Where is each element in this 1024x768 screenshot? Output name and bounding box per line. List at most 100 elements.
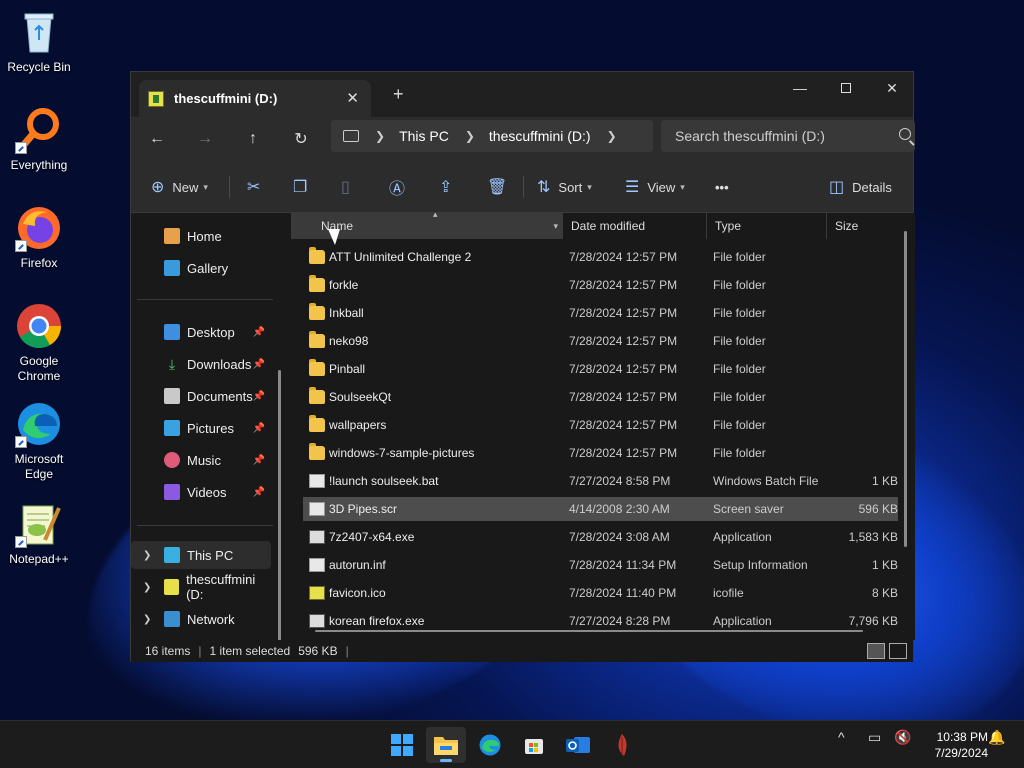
windows-logo-icon	[391, 734, 413, 756]
chevron-right-icon[interactable]: ❯	[375, 129, 385, 143]
taskbar-edge[interactable]	[470, 727, 510, 763]
file-name: forkle	[329, 278, 359, 292]
command-bar: ⊕ New ▾ ✂ ❐ ▯ Ⓐ ⇪ 🗑 ⇅ Sort ▾ ☰ View ▾ ••…	[131, 161, 913, 213]
desktop-icon-google-chrome[interactable]: Google Chrome	[0, 302, 78, 384]
nav-item-documents[interactable]: Documents 📌	[131, 382, 271, 410]
delete-button[interactable]: 🗑	[487, 174, 515, 200]
pin-icon[interactable]: 📌	[253, 487, 265, 498]
back-button[interactable]: ←	[141, 124, 173, 154]
sort-button[interactable]: ⇅ Sort ▾	[537, 174, 592, 200]
file-icon	[309, 474, 325, 488]
view-button[interactable]: ☰ View ▾	[625, 174, 685, 200]
music-icon	[164, 452, 180, 468]
table-row[interactable]: !launch soulseek.bat 7/27/2024 8:58 PM Win…	[303, 469, 898, 493]
table-row[interactable]: autorun.inf 7/28/2024 11:34 PM Setup Infor…	[303, 553, 898, 577]
nav-item-music[interactable]: Music 📌	[131, 446, 271, 474]
details-pane-button[interactable]: ◫ Details	[829, 174, 892, 200]
table-row[interactable]: Inkball 7/28/2024 12:57 PM File folder	[303, 301, 898, 325]
chevron-right-icon[interactable]: ❯	[143, 614, 151, 625]
table-row[interactable]: SoulseekQt 7/28/2024 12:57 PM File folder	[303, 385, 898, 409]
table-row[interactable]: 3D Pipes.scr 4/14/2008 2:30 AM Screen save…	[303, 497, 898, 521]
breadcrumb-drive[interactable]: thescuffmini (D:)	[489, 128, 591, 144]
horizontal-scrollbar[interactable]	[315, 630, 863, 632]
vertical-scrollbar[interactable]	[904, 231, 907, 547]
table-row[interactable]: 7z2407-x64.exe 7/28/2024 3:08 AM Applicati…	[303, 525, 898, 549]
desktop-icon-recycle-bin[interactable]: Recycle Bin	[0, 8, 78, 75]
pin-icon[interactable]: 📌	[253, 423, 265, 434]
view-toggle	[867, 643, 907, 659]
table-row[interactable]: forkle 7/28/2024 12:57 PM File folder	[303, 273, 898, 297]
desktop-icon-notepad-plus-plus[interactable]: Notepad++	[0, 500, 78, 567]
search-input[interactable]: Search thescuffmini (D:)	[661, 120, 915, 152]
up-button[interactable]: ↑	[237, 124, 269, 154]
network-status-icon[interactable]: ▭	[868, 729, 881, 746]
volume-muted-icon[interactable]: 🔇	[894, 729, 911, 746]
nav-item-desktop[interactable]: Desktop 📌	[131, 318, 271, 346]
table-row[interactable]: Pinball 7/28/2024 12:57 PM File folder	[303, 357, 898, 381]
forward-button[interactable]: →	[189, 124, 221, 154]
taskbar-file-explorer[interactable]	[426, 727, 466, 763]
notification-bell-icon[interactable]: 🔔	[988, 729, 1005, 746]
nav-item-drive[interactable]: ❯ thescuffmini (D:	[131, 572, 271, 602]
copy-button[interactable]: ❐	[293, 174, 315, 200]
nav-item-network[interactable]: ❯ Network	[131, 605, 271, 633]
table-row[interactable]: favicon.ico 7/28/2024 11:40 PM icofile 8 KB	[303, 581, 898, 605]
chevron-right-icon[interactable]: ❯	[465, 129, 475, 143]
paste-button[interactable]: ▯	[341, 174, 358, 200]
sort-icon: ⇅	[537, 179, 551, 196]
file-date: 7/28/2024 12:57 PM	[569, 306, 678, 320]
tab-thescuffmini[interactable]: thescuffmini (D:) ✕	[139, 80, 371, 117]
rename-button[interactable]: Ⓐ	[389, 174, 413, 200]
status-bar: 16 items | 1 item selected 596 KB |	[131, 640, 913, 662]
table-row[interactable]: wallpapers 7/28/2024 12:57 PM File folder	[303, 413, 898, 437]
refresh-button[interactable]: ↻	[285, 124, 317, 154]
cut-button[interactable]: ✂	[247, 174, 268, 200]
drive-icon	[164, 579, 180, 595]
close-tab-icon[interactable]: ✕	[346, 89, 359, 107]
nav-item-home[interactable]: Home	[131, 222, 271, 250]
table-row[interactable]: ATT Unlimited Challenge 2 7/28/2024 12:57…	[303, 245, 898, 269]
chevron-down-icon[interactable]: ▾	[553, 221, 558, 232]
nav-item-videos[interactable]: Videos 📌	[131, 478, 271, 506]
more-options-button[interactable]: •••	[715, 174, 729, 200]
taskbar-store[interactable]	[514, 727, 554, 763]
nav-item-pictures[interactable]: Pictures 📌	[131, 414, 271, 442]
column-header-date[interactable]: Date modified	[563, 213, 707, 239]
taskbar-outlook[interactable]	[558, 727, 598, 763]
column-header-size[interactable]: Size	[827, 213, 907, 239]
nav-item-this-pc[interactable]: ❯ This PC	[131, 541, 271, 569]
chevron-up-icon[interactable]: ^	[838, 729, 845, 745]
new-tab-button[interactable]: +	[393, 84, 404, 105]
nav-scrollbar[interactable]	[278, 370, 281, 662]
table-row[interactable]: windows-7-sample-pictures 7/28/2024 12:57…	[303, 441, 898, 465]
breadcrumb-this-pc[interactable]: This PC	[399, 128, 449, 144]
minimize-button[interactable]: —	[777, 72, 823, 104]
maximize-button[interactable]	[823, 72, 869, 104]
taskbar-app[interactable]	[602, 727, 642, 763]
selection-count: 1 item selected	[209, 644, 291, 658]
share-button[interactable]: ⇪	[439, 174, 460, 200]
table-row[interactable]: neko98 7/28/2024 12:57 PM File folder	[303, 329, 898, 353]
rename-icon: Ⓐ	[389, 181, 406, 198]
pin-icon[interactable]: 📌	[253, 391, 265, 402]
chevron-right-icon[interactable]: ❯	[143, 582, 151, 593]
thumbnail-view-button[interactable]	[889, 643, 907, 659]
column-header-type[interactable]: Type	[707, 213, 827, 239]
nav-item-downloads[interactable]: ⤓ Downloads 📌	[131, 350, 271, 378]
desktop-icon-firefox[interactable]: Firefox	[0, 204, 78, 271]
nav-item-label: Pictures	[187, 420, 234, 436]
desktop-icon-everything[interactable]: Everything	[0, 106, 78, 173]
desktop-icon-microsoft-edge[interactable]: Microsoft Edge	[0, 400, 78, 482]
pin-icon[interactable]: 📌	[253, 455, 265, 466]
close-window-button[interactable]: ✕	[869, 72, 915, 104]
clock[interactable]: 10:38 PM 7/29/2024	[916, 729, 988, 761]
chevron-right-icon[interactable]: ❯	[143, 550, 151, 561]
address-bar[interactable]: ❯ This PC ❯ thescuffmini (D:) ❯	[331, 120, 653, 152]
chevron-right-icon[interactable]: ❯	[607, 129, 617, 143]
new-button[interactable]: ⊕ New ▾	[151, 174, 208, 200]
nav-item-gallery[interactable]: Gallery	[131, 254, 271, 282]
pin-icon[interactable]: 📌	[253, 359, 265, 370]
start-button[interactable]	[382, 727, 422, 763]
details-view-button[interactable]	[867, 643, 885, 659]
pin-icon[interactable]: 📌	[253, 327, 265, 338]
